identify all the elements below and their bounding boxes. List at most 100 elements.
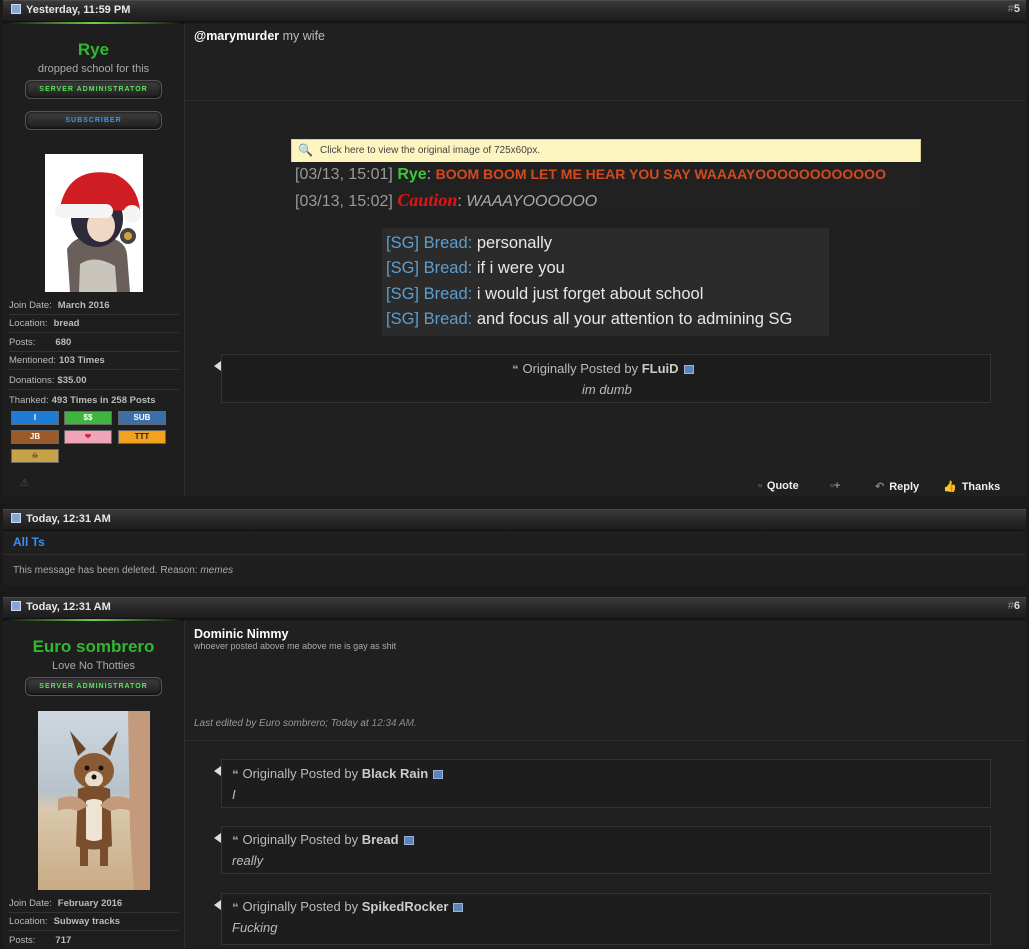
chat-text: and focus all your attention to admining… xyxy=(476,310,793,328)
quote-text: im dumb xyxy=(582,382,632,397)
post-date-text: Yesterday, 11:59 PM xyxy=(26,4,131,16)
deleted-post: All Ts This message has been deleted. Re… xyxy=(3,531,1026,585)
chat-text: BOOM BOOM LET ME HEAR YOU SAY WAAAAYOOOO… xyxy=(435,166,886,182)
value: February 2016 xyxy=(57,898,123,909)
post-header-bar: Today, 12:31 AM xyxy=(3,509,1026,531)
value: bread xyxy=(53,318,80,329)
label: Join Date: xyxy=(9,898,52,909)
avatar[interactable] xyxy=(45,154,143,292)
chat-name: Rye xyxy=(397,166,427,183)
view-post-icon[interactable] xyxy=(453,903,464,912)
username[interactable]: Euro sombrero xyxy=(3,637,184,657)
quote-button[interactable]: ▫ Quote xyxy=(758,480,799,492)
post-date-text: Today, 12:31 AM xyxy=(26,601,111,613)
post-icon xyxy=(11,4,21,14)
banner-text: Click here to view the original image of… xyxy=(320,145,541,156)
reply-button[interactable]: ↶ Reply xyxy=(875,480,919,493)
bread-line: [SG] Bread: personally xyxy=(386,234,553,252)
label: Location: xyxy=(9,318,48,329)
chat-text: i would just forget about school xyxy=(476,285,704,303)
multiquote-button[interactable]: ▫+ xyxy=(830,480,840,492)
username[interactable]: Rye xyxy=(3,40,184,60)
user-title: dropped school for this xyxy=(37,63,150,75)
chat-text: if i were you xyxy=(476,259,565,277)
bread-line: [SG] Bread: i would just forget about sc… xyxy=(386,285,704,303)
chat-tag: [SG] Bread xyxy=(386,285,468,303)
view-post-icon[interactable] xyxy=(403,836,414,845)
bread-line: [SG] Bread: and focus all your attention… xyxy=(386,310,793,328)
quote-header: ❝ Originally Posted by Bread xyxy=(232,832,414,847)
badge-skull: ☠ xyxy=(11,449,59,463)
deleted-text: This message has been deleted. Reason: xyxy=(13,565,198,576)
posts-count: Posts: 717 xyxy=(9,935,179,949)
user-title: Love No Thotties xyxy=(52,660,135,672)
chat-time: [03/13, 15:01] xyxy=(295,166,393,183)
deleted-username[interactable]: All Ts xyxy=(13,535,45,549)
image-resize-banner[interactable]: 🔍 Click here to view the original image … xyxy=(291,139,921,163)
thanks-button[interactable]: 👍 Thanks xyxy=(943,480,1000,493)
avatar[interactable] xyxy=(38,711,150,890)
quote-icon: ❝ xyxy=(232,769,239,781)
post-body: @marymurder my wife 🔍 Click here to view… xyxy=(185,24,1026,496)
report-icon[interactable]: ⚠ xyxy=(20,478,29,489)
chat-name: Caution xyxy=(397,190,458,210)
quote-block: ❝ Originally Posted by FLuiD im dumb xyxy=(214,354,991,403)
post-icon xyxy=(11,513,21,523)
label: Posts: xyxy=(9,337,36,348)
badge-jb: JB xyxy=(11,430,59,444)
post-date-text: Today, 12:31 AM xyxy=(26,513,111,525)
quote-arrow-icon xyxy=(214,900,221,910)
post-number-link[interactable]: #5 xyxy=(1008,3,1020,15)
location: Location: Subway tracks xyxy=(9,916,179,931)
rank-admin-badge: SERVER ADMINISTRATOR xyxy=(25,80,162,99)
reply-icon: ↶ xyxy=(875,481,885,493)
quote-prefix: Originally Posted by xyxy=(242,766,359,781)
view-post-icon[interactable] xyxy=(433,770,444,779)
post-header-bar: Yesterday, 11:59 PM #5 xyxy=(3,0,1026,22)
post-message: @marymurder my wife xyxy=(194,29,325,43)
divider xyxy=(3,554,1026,555)
rank-subscriber-badge: SUBSCRIBER xyxy=(25,111,162,130)
chat-tag: [SG] Bread xyxy=(386,310,468,328)
quote-text: really xyxy=(232,853,264,868)
post-icon xyxy=(11,601,21,611)
thanks-label: Thanks xyxy=(961,481,1001,493)
post-date: Yesterday, 11:59 PM xyxy=(11,4,130,16)
quote-header: ❝ Originally Posted by FLuiD xyxy=(512,361,694,376)
label: Mentioned: xyxy=(9,355,57,366)
edit-time: 12:34 AM. xyxy=(371,718,417,729)
quote-prefix: Originally Posted by xyxy=(242,832,359,847)
edit-prefix: Last edited by Euro sombrero; Today at xyxy=(194,718,369,729)
join-date: Join Date: March 2016 xyxy=(9,300,179,315)
value: Subway tracks xyxy=(53,916,121,927)
label: Posts: xyxy=(9,935,36,946)
chat-image: [03/13, 15:01] Rye: BOOM BOOM LET ME HEA… xyxy=(291,162,921,210)
post-number[interactable]: 5 xyxy=(1014,3,1020,15)
user-sidebar: Rye dropped school for this SERVER ADMIN… xyxy=(3,24,185,496)
value: 103 Times xyxy=(59,355,105,366)
post-header-bar: Today, 12:31 AM #6 xyxy=(3,597,1026,619)
quote-prefix: Originally Posted by xyxy=(522,361,639,376)
view-post-icon[interactable] xyxy=(683,365,694,374)
quote-icon: ▫ xyxy=(758,480,762,492)
value: $35.00 xyxy=(57,375,87,386)
posts-count: Posts: 680 xyxy=(9,337,179,352)
quote-arrow-icon xyxy=(214,833,221,843)
post-date: Today, 12:31 AM xyxy=(11,601,111,613)
chat-tag: [SG] Bread xyxy=(386,259,468,277)
post-subtitle: whoever posted above me above me is gay … xyxy=(194,641,397,651)
quote-author: Bread xyxy=(361,832,399,847)
post-number-link[interactable]: #6 xyxy=(1008,600,1020,612)
magnify-icon: 🔍 xyxy=(298,143,313,157)
post-title: Dominic Nimmy xyxy=(194,627,289,641)
quote-label: Quote xyxy=(766,480,799,492)
reply-label: Reply xyxy=(889,481,920,493)
quote-arrow-icon xyxy=(214,361,221,371)
post-number[interactable]: 6 xyxy=(1014,600,1020,612)
quote-text: I xyxy=(232,787,236,802)
mention-link[interactable]: @marymurder xyxy=(194,29,279,43)
quote-arrow-icon xyxy=(214,766,221,776)
badge-sub: SUB xyxy=(118,411,166,425)
edit-note: Last edited by Euro sombrero; Today at 1… xyxy=(194,718,417,729)
badge-money: $$ xyxy=(64,411,112,425)
